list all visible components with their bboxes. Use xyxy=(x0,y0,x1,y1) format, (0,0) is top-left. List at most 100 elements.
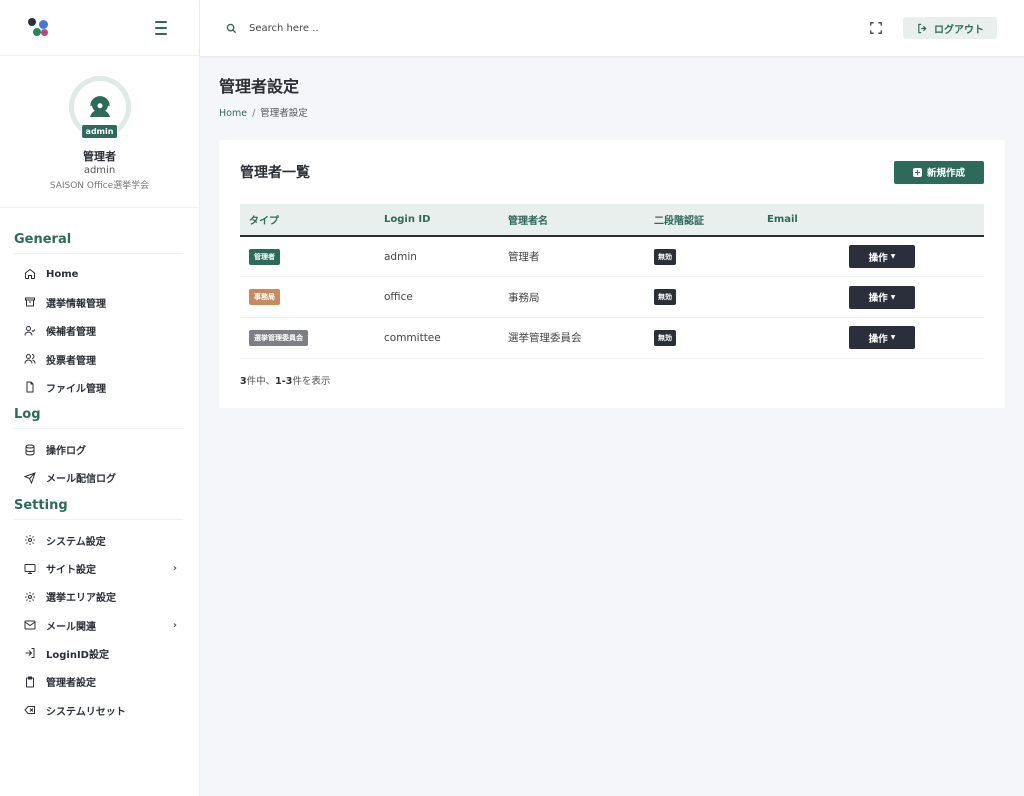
nav-section-general: General xyxy=(14,208,183,254)
sidebar-item-site-settings[interactable]: サイト設定 › xyxy=(14,554,185,582)
sidebar-item-area-settings[interactable]: 選挙エリア設定 xyxy=(14,583,185,611)
send-icon xyxy=(24,472,36,484)
type-badge: 選挙管理委員会 xyxy=(249,329,308,346)
sidebar: admin 管理者 admin SAISON Office選挙学会 Genera… xyxy=(0,0,200,796)
type-badge: 管理者 xyxy=(249,248,280,265)
login-id-cell: admin xyxy=(375,236,499,278)
type-badge: 事務局 xyxy=(249,289,280,306)
sidebar-item-mail-log[interactable]: メール配信ログ xyxy=(14,464,185,492)
table-header-row: タイプ Login ID 管理者名 二段階認証 Email xyxy=(240,204,984,237)
nav-section-log: Log xyxy=(14,401,183,430)
database-icon xyxy=(25,444,35,456)
caret-down-icon: ▼ xyxy=(890,253,896,261)
sidebar-item-operation-log[interactable]: 操作ログ xyxy=(14,435,185,463)
admin-table: タイプ Login ID 管理者名 二段階認証 Email 管理者 admin … xyxy=(240,204,984,359)
menu-toggle-icon[interactable] xyxy=(155,20,171,35)
sidebar-item-voters[interactable]: 投票者管理 xyxy=(14,345,185,373)
app-logo[interactable] xyxy=(28,17,50,39)
admin-name-cell: 管理者 xyxy=(499,236,645,278)
sidebar-item-label: サイト設定 xyxy=(46,565,96,577)
user-check-icon xyxy=(24,325,36,336)
plus-square-icon xyxy=(912,167,922,177)
search-icon xyxy=(226,23,237,33)
column-header-actions xyxy=(840,204,984,237)
role-badge: admin xyxy=(80,124,119,139)
sidebar-item-candidates[interactable]: 候補者管理 xyxy=(14,317,185,345)
search-bar xyxy=(200,22,869,34)
sidebar-item-label: 投票者管理 xyxy=(46,355,96,367)
sidebar-item-label: 候補者管理 xyxy=(46,327,96,339)
users-icon xyxy=(24,354,36,364)
sidebar-item-election-info[interactable]: 選挙情報管理 xyxy=(14,288,185,316)
pagination-summary: 3件中、1-3件を表示 xyxy=(240,375,331,387)
login-id-cell: office xyxy=(375,276,499,318)
sidebar-item-label: LoginID設定 xyxy=(46,649,109,661)
table-row: 選挙管理委員会 committee 選挙管理委員会 無効 操作 ▼ xyxy=(240,317,984,359)
profile-organization: SAISON Office選挙学会 xyxy=(49,181,150,191)
email-cell xyxy=(758,317,840,359)
actions-dropdown-button[interactable]: 操作 ▼ xyxy=(849,245,915,269)
profile-login-id: admin xyxy=(83,165,116,176)
sidebar-item-system-settings[interactable]: システム設定 xyxy=(14,526,185,554)
caret-down-icon: ▼ xyxy=(890,293,896,301)
top-header: ログアウト xyxy=(200,0,1024,56)
sidebar-item-label: ファイル管理 xyxy=(46,383,106,395)
monitor-icon xyxy=(24,563,36,574)
twofa-status-badge: 無効 xyxy=(654,329,676,346)
avatar: admin xyxy=(68,76,131,139)
breadcrumb: Home / 管理者設定 xyxy=(219,105,1005,119)
sidebar-item-system-reset[interactable]: システムリセット xyxy=(14,696,185,724)
search-input[interactable] xyxy=(249,22,449,34)
main-content: 管理者設定 Home / 管理者設定 管理者一覧 新規作成 タイプ Login ID… xyxy=(219,56,1005,408)
card-title: 管理者一覧 xyxy=(240,165,310,181)
sidebar-item-loginid-settings[interactable]: LoginID設定 xyxy=(14,639,185,667)
twofa-status-badge: 無効 xyxy=(654,248,676,265)
chevron-right-icon: › xyxy=(172,619,177,631)
sidebar-item-admin-settings[interactable]: 管理者設定 xyxy=(14,668,185,696)
fullscreen-icon[interactable] xyxy=(869,21,883,35)
file-icon xyxy=(26,381,34,393)
gear-icon xyxy=(25,535,35,546)
sidebar-item-label: Home xyxy=(46,268,79,280)
breadcrumb-home-link[interactable]: Home xyxy=(219,108,247,119)
sidebar-item-label: 選挙情報管理 xyxy=(46,298,106,310)
table-row: 事務局 office 事務局 無効 操作 ▼ xyxy=(240,276,984,318)
column-header-type: タイプ xyxy=(240,204,375,237)
sidebar-item-home[interactable]: Home xyxy=(14,260,185,288)
create-new-label: 新規作成 xyxy=(926,168,965,179)
logout-icon xyxy=(918,23,927,33)
create-new-button[interactable]: 新規作成 xyxy=(893,160,984,184)
sidebar-header xyxy=(0,0,199,56)
clipboard-icon xyxy=(26,676,34,688)
user-profile: admin 管理者 admin SAISON Office選挙学会 xyxy=(0,56,199,208)
login-id-cell: committee xyxy=(375,317,499,359)
sidebar-item-mail-related[interactable]: メール関連 › xyxy=(14,611,185,639)
mail-icon xyxy=(24,620,36,630)
sidebar-item-label: 操作ログ xyxy=(46,446,86,458)
log-in-icon xyxy=(25,648,35,659)
logout-button[interactable]: ログアウト xyxy=(903,17,997,39)
actions-dropdown-button[interactable]: 操作 ▼ xyxy=(849,285,915,309)
chevron-right-icon: › xyxy=(172,563,177,575)
delete-backspace-icon xyxy=(24,706,35,714)
sidebar-item-label: メール配信ログ xyxy=(46,474,116,486)
card-header: 管理者一覧 新規作成 xyxy=(240,140,984,204)
support-agent-icon xyxy=(89,96,110,117)
profile-name: 管理者 xyxy=(83,150,116,163)
sidebar-item-label: 選挙エリア設定 xyxy=(46,593,116,605)
column-header-admin-name: 管理者名 xyxy=(499,204,645,237)
admin-name-cell: 選挙管理委員会 xyxy=(499,317,645,359)
archive-icon xyxy=(25,297,35,307)
logout-label: ログアウト xyxy=(934,24,984,36)
breadcrumb-separator: / xyxy=(252,108,256,119)
email-cell xyxy=(758,236,840,278)
actions-dropdown-button[interactable]: 操作 ▼ xyxy=(849,326,915,350)
sidebar-item-label: 管理者設定 xyxy=(46,678,96,690)
page-title: 管理者設定 xyxy=(219,77,300,96)
sidebar-item-files[interactable]: ファイル管理 xyxy=(14,373,185,401)
sidebar-item-label: システムリセット xyxy=(46,706,126,718)
sidebar-nav: General Home 選挙情報管理 候補者管理 投票者管理 ファイル管理 L… xyxy=(0,208,199,724)
column-header-login-id: Login ID xyxy=(375,204,499,237)
twofa-status-badge: 無効 xyxy=(654,289,676,306)
column-header-2fa: 二段階認証 xyxy=(645,204,758,237)
